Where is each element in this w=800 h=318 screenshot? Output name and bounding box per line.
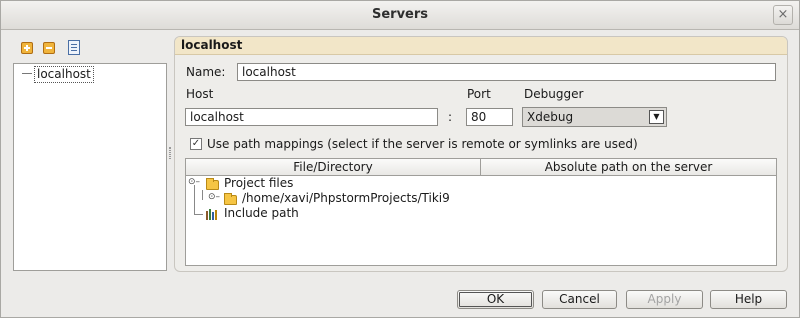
library-icon <box>206 209 218 220</box>
debugger-label: Debugger <box>524 87 584 101</box>
name-label: Name: <box>186 65 226 79</box>
path-mappings-label: Use path mappings (select if the server … <box>207 137 638 151</box>
apply-button[interactable]: Apply <box>626 290 703 309</box>
close-button[interactable]: × <box>773 5 793 25</box>
dialog-title: Servers <box>371 7 429 22</box>
host-port-separator: : <box>448 110 453 124</box>
port-field[interactable]: 80 <box>466 108 513 126</box>
servers-dialog: Servers × localhost localhost Name: loca… <box>0 0 800 318</box>
ok-button[interactable]: OK <box>457 290 534 309</box>
tree-item-project-path[interactable]: /home/xavi/PhpstormProjects/Tiki9 <box>242 191 450 206</box>
folder-icon <box>224 193 237 205</box>
project-files-expander-icon[interactable]: ⊙– <box>188 177 200 187</box>
add-server-icon[interactable] <box>21 42 33 54</box>
splitter-handle[interactable] <box>169 147 171 159</box>
column-header-file-directory[interactable]: File/Directory <box>186 159 481 176</box>
remove-server-icon[interactable] <box>43 42 55 54</box>
cancel-button[interactable]: Cancel <box>542 290 617 309</box>
host-label: Host <box>186 87 214 101</box>
column-header-absolute-path[interactable]: Absolute path on the server <box>481 159 776 176</box>
tree-horizontal-line <box>194 214 203 215</box>
host-field[interactable]: localhost <box>185 108 438 126</box>
path-mappings-table: File/Directory Absolute path on the serv… <box>185 158 777 266</box>
server-list-item[interactable]: localhost <box>34 66 94 83</box>
port-label: Port <box>467 87 491 101</box>
path-mappings-checkbox[interactable]: ✓ <box>190 138 202 150</box>
name-field[interactable]: localhost <box>237 63 776 81</box>
dropdown-arrow-icon[interactable]: ▼ <box>649 110 664 124</box>
open-folder-icon <box>206 178 219 190</box>
server-list: localhost <box>13 63 167 271</box>
tree-vertical-line <box>194 185 195 214</box>
tree-connector-line <box>22 73 32 74</box>
title-bar: Servers × <box>1 1 799 30</box>
debugger-select[interactable]: Xdebug ▼ <box>522 107 667 127</box>
tree-item-project-files[interactable]: Project files <box>224 176 293 191</box>
panel-title: localhost <box>181 38 243 52</box>
debugger-selected-value: Xdebug <box>527 110 574 124</box>
subfolder-expander-icon[interactable]: ⊙– <box>208 192 220 202</box>
help-button[interactable]: Help <box>710 290 787 309</box>
copy-server-icon[interactable] <box>68 40 80 55</box>
tree-item-include-path[interactable]: Include path <box>224 206 299 221</box>
tree-child-line <box>202 190 203 200</box>
panel-header: localhost <box>175 37 787 55</box>
